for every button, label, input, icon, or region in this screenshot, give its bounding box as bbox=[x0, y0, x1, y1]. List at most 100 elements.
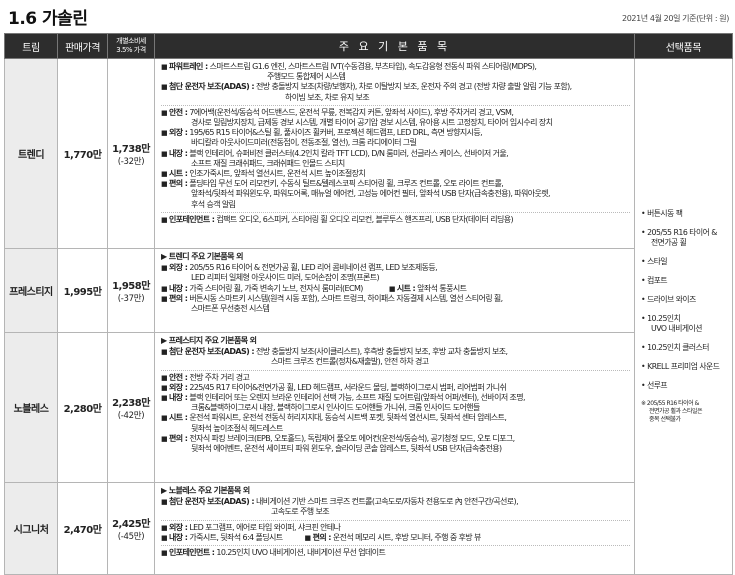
feature-text: 스마트스트림 G1.6 엔진, 스마트스트림 IVT(수동겸용, 부츠타입), … bbox=[209, 62, 537, 71]
feature-category-label: 내장 : bbox=[169, 393, 188, 403]
bullet-square-icon: ■ bbox=[161, 549, 168, 558]
header-option: 선택품목 bbox=[634, 33, 733, 59]
feature-category-label: 외장 : bbox=[169, 263, 188, 273]
feature-text: 버튼시동 스마트키 시스템(원격 시동 포함), 스마트 트렁크, 하이패스 자… bbox=[189, 293, 503, 303]
bullet-square-icon: ■ bbox=[161, 108, 168, 117]
table-row: 트렌디 1,770만 1,738만 (-32만) ■ 파워트레인 : 스마트스트림 … bbox=[4, 58, 733, 575]
bullet-square-icon: ■ bbox=[161, 394, 168, 403]
feature-text: 컴팩트 오디오, 6스피커, 스티어링 휠 오디오 리모컨, 블루투스 핸즈프리… bbox=[216, 214, 514, 224]
feature-text: 앞좌석 통풍시트 bbox=[417, 283, 467, 293]
feature-text: 전면가공 휠과 스타일은 bbox=[649, 408, 703, 415]
feature-text: 운전석 파워시트, 운전석 전동식 허리지지대, 동승석 시트백 포켓, 뒷좌석… bbox=[189, 413, 507, 423]
feature-text: UVO 내비게이션 bbox=[651, 324, 702, 333]
features-noblesse: ▶ 프레스티지 주요 기본품목 외 ■ 첨단 운전자 보조(ADAS) : 전방 충… bbox=[154, 332, 635, 483]
feature-text: 폴딩타입 무선 도어 리모컨키, 수동식 틸트&텔레스코픽 스티어링 휠, 크루… bbox=[189, 179, 504, 189]
feature-line: ■ 첨단 운전자 보조(ADAS) : 내비게이션 기반 스마트 크루즈 컨트롤(고… bbox=[161, 497, 630, 507]
feature-text: 10.25인치 bbox=[647, 314, 681, 323]
option-item: • 선루프 bbox=[641, 381, 668, 390]
feature-line: ■ 편의 : 폴딩타입 무선 도어 리모컨키, 수동식 틸트&텔레스코픽 스티어링 … bbox=[161, 179, 630, 189]
feature-category-label: 외장 : bbox=[169, 128, 188, 138]
feature-text: 전방 충돌방지 보조(사이클리스트), 후측방 충돌방지 보조, 후방 교차 충… bbox=[256, 347, 508, 357]
bullet-square-icon: ■ bbox=[388, 284, 396, 293]
bullet-square-icon: ■ bbox=[161, 284, 168, 293]
feature-text: 후석 승객 알림 bbox=[191, 199, 236, 209]
divider bbox=[161, 519, 630, 521]
table-row: 시그니처 2,470만 2,425만 (-45만) ▶ 노블레스 주요 기본품목… bbox=[4, 482, 733, 575]
feature-text: 스마트폰 무선충전 시스템 bbox=[191, 304, 270, 314]
feature-text: 크롬&블랙하이그로시 내장, 블랙하이그로시 인사이드 도어핸들 가니쉬, 크롬… bbox=[191, 403, 480, 413]
bullet-square-icon: ■ bbox=[161, 215, 168, 224]
bullet-square-icon: ■ bbox=[161, 129, 168, 138]
ind-price-cell: 1,958만 (-37만) bbox=[107, 248, 155, 333]
feature-line: ■ 외장 :225/45 R17 타이어&전면가공 휠, LED 헤드램프, 서라… bbox=[161, 383, 630, 393]
feature-line: ■ 외장 : LED 포그램프, 에어로 타입 와이퍼, 샤크핀 안테나 bbox=[161, 523, 630, 533]
ind-price: 1,738만 bbox=[112, 144, 150, 155]
feature-category-label: 편의 : bbox=[169, 179, 188, 189]
bullet-square-icon: ■ bbox=[161, 383, 168, 392]
bullet-square-icon: ■ bbox=[161, 533, 168, 542]
feature-category-label: 편의 : bbox=[169, 293, 188, 303]
ind-diff: (-32만) bbox=[117, 157, 145, 167]
header-row: 트림 판매가격 개별소비세 3.5% 가격 주 요 기 본 품 목 선택품목 bbox=[4, 33, 733, 59]
feature-text: 블랙 인테리어, 슈퍼비전 클러스터(4.2인치 칼라 TFT LCD), D/… bbox=[189, 148, 509, 158]
feature-text: 하이빔 보조, 차로 유지 보조 bbox=[285, 92, 370, 102]
header-main: 주 요 기 본 품 목 bbox=[154, 33, 635, 59]
features-prestige: ▶ 트렌디 주요 기본품목 외 ■ 외장 :205/55 R16 타이어 & 전면… bbox=[154, 248, 635, 333]
ind-price-cell: 1,738만 (-32만) bbox=[107, 58, 155, 249]
trim-name: 프레스티지 bbox=[4, 248, 58, 333]
bullet-square-icon: ■ bbox=[161, 523, 168, 532]
feature-text: 10.25인치 클러스터 bbox=[647, 343, 709, 352]
feature-text: 컴포트 bbox=[647, 276, 668, 285]
feature-text: 10.25인치 UVO 내비게이션, 내비게이션 무선 업데이트 bbox=[216, 548, 386, 558]
bullet-square-icon: ■ bbox=[161, 348, 168, 357]
option-item: • 드라이브 와이즈 bbox=[641, 295, 696, 304]
feature-text: 전방 주차 거리 경고 bbox=[189, 372, 250, 382]
feature-line: ■ 내장 : 블랙 인테리어, 슈퍼비전 클러스터(4.2인치 칼라 TFT LCD… bbox=[161, 149, 630, 159]
feature-text: 뒷좌석 에어벤트, 운전석 세이프티 파워 윈도우, 슬라이딩 콘솔 암레스트,… bbox=[191, 444, 502, 454]
feature-text: 전방 충돌방지 보조(차량/보행자), 차로 이탈방지 보조, 운전자 주의 경… bbox=[256, 82, 572, 92]
feature-text: 바디칼라 아웃사이드미러(전동접이, 전동조절, 열선), 크롬 라디에이터 그… bbox=[191, 138, 417, 148]
feature-line: ■ 외장 :195/65 R15 타이어&스틸 휠, 풀사이즈 휠커버, 프로젝션… bbox=[161, 128, 630, 138]
header-trim: 트림 bbox=[4, 33, 58, 59]
ind-diff: (-37만) bbox=[117, 294, 145, 304]
trim-name: 노블레스 bbox=[4, 332, 58, 483]
feature-line: ■ 안전 : 전방 주차 거리 경고 bbox=[161, 373, 630, 383]
option-item: • KRELL 프리미엄 사운드 bbox=[641, 362, 720, 371]
features-signature: ▶ 노블레스 주요 기본품목 외 ■ 첨단 운전자 보조(ADAS) : 내비게이션… bbox=[154, 482, 635, 575]
feature-category-label: 첨단 운전자 보조(ADAS) : bbox=[169, 497, 255, 507]
feature-category-label: 내장 : bbox=[169, 283, 188, 293]
feature-text: 7에어백(운전석/동승석 어드밴스드, 운전석 무릎, 전복감지 커튼, 앞좌석… bbox=[189, 107, 514, 117]
feature-text: KRELL 프리미엄 사운드 bbox=[647, 362, 720, 371]
feature-category-label: 안전 : bbox=[169, 107, 188, 117]
feature-text: 소프트 재질 크래쉬패드, 크래쉬패드 인몰드 스티치 bbox=[191, 158, 345, 168]
feature-text: 중복 선택불가 bbox=[649, 416, 681, 423]
feature-category-label: 편의 : bbox=[312, 532, 332, 542]
feature-text: 뒷좌석 높이조절식 헤드레스트 bbox=[191, 423, 283, 433]
feature-text: 205/55 R16 타이어 & 전면가공 휠, LED 리어 콤비네이션 램프… bbox=[189, 263, 438, 273]
feature-category-label: 인포테인먼트 : bbox=[169, 214, 215, 224]
ind-price: 2,238만 bbox=[112, 398, 150, 409]
bullet-square-icon: ■ bbox=[161, 180, 168, 189]
trim-price: 2,470만 bbox=[57, 482, 108, 575]
trim-price: 1,770만 bbox=[57, 58, 108, 249]
option-item: • 스타일 bbox=[641, 257, 668, 266]
feature-line: ■ 첨단 운전자 보조(ADAS) : 전방 충돌방지 보조(사이클리스트), 후측… bbox=[161, 347, 630, 357]
feature-text: 앞좌석/뒷좌석 파워윈도우, 파워도어록, 매뉴얼 에어컨, 고성능 에어컨 필… bbox=[191, 189, 551, 199]
bullet-square-icon: ■ bbox=[161, 414, 168, 423]
feature-text: 경사로 밀림방지장치, 급제동 경보 시스템, 개별 타이어 공기압 경보 시스… bbox=[191, 118, 553, 128]
feature-text: 주행모드 통합제어 시스템 bbox=[267, 72, 346, 82]
bullet-square-icon: ■ bbox=[161, 264, 168, 273]
feature-text: 가죽 스티어링 휠, 가죽 변속기 노브, 전자식 룸미러(ECM) bbox=[189, 283, 363, 293]
ind-diff: (-42만) bbox=[117, 411, 145, 421]
feature-category-label: 편의 : bbox=[169, 433, 188, 443]
feature-line: ■ 내장 : 가죽시트, 뒷좌석 6:4 폴딩시트 ■ 편의 : 운전석 메모리 시트, … bbox=[161, 533, 630, 543]
feature-text: 스타일 bbox=[647, 257, 668, 266]
bullet-square-icon: ■ bbox=[161, 434, 168, 443]
feature-line: ■ 시트 : 인조가죽시트, 앞좌석 열선시트, 운전석 시트 높이조절장치 bbox=[161, 169, 630, 179]
feature-line: ■ 편의 : 전자식 파킹 브레이크(EPB, 오토홀드), 독립제어 풀오토 에어… bbox=[161, 434, 630, 444]
table-row: 프레스티지 1,995만 1,958만 (-37만) ▶ 트렌디 주요 기본품목… bbox=[4, 248, 733, 333]
feature-section-header: ▶ 프레스티지 주요 기본품목 외 bbox=[161, 336, 257, 345]
feature-category-label: 시트 : bbox=[169, 169, 188, 179]
ind-diff: (-45만) bbox=[117, 532, 145, 542]
feature-line: ■ 외장 :205/55 R16 타이어 & 전면가공 휠, LED 리어 콤비네… bbox=[161, 263, 630, 273]
